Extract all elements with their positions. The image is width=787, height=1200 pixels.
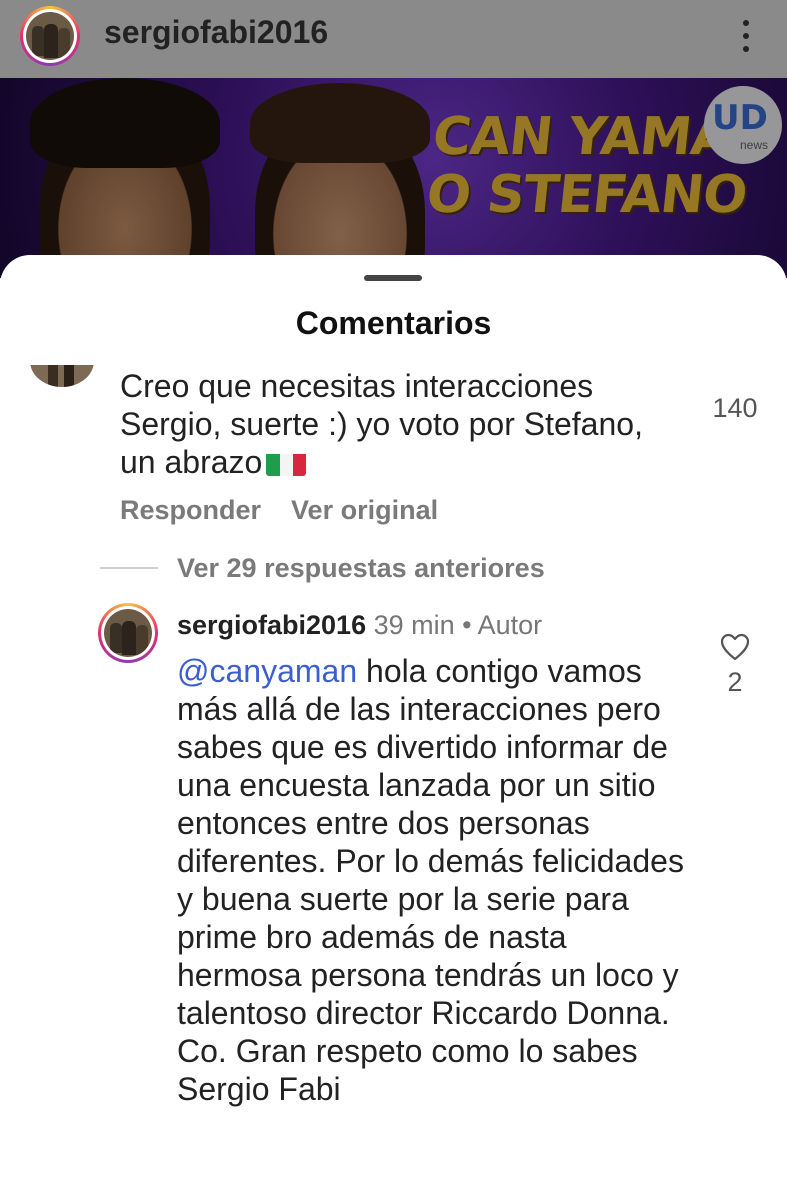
post-username[interactable]: sergiofabi2016 [104, 14, 328, 51]
comment-text: Creo que necesitas interacciones Sergio,… [120, 368, 643, 480]
italy-flag-icon [266, 450, 307, 476]
reply-meta: sergiofabi2016 39 min • Autor [177, 610, 542, 641]
comments-list[interactable]: Creo que necesitas interacciones Sergio,… [0, 365, 787, 1200]
profile-avatar[interactable] [20, 6, 80, 66]
commenter-avatar[interactable] [30, 365, 94, 387]
meta-separator: • [462, 610, 472, 640]
comment-actions: Responder Ver original [120, 495, 468, 526]
author-badge: Autor [477, 610, 543, 640]
reply-like-count: 2 [727, 667, 743, 697]
reply-time: 39 min [373, 610, 455, 640]
mention-link[interactable]: @canyaman [177, 653, 357, 689]
sheet-title: Comentarios [295, 305, 492, 341]
drag-handle[interactable] [364, 275, 422, 281]
comments-sheet: Comentarios Creo que necesitas interacci… [0, 255, 787, 1200]
heart-outline-icon[interactable] [720, 633, 750, 661]
post-header: sergiofabi2016 [0, 0, 787, 78]
see-original-button[interactable]: Ver original [291, 495, 438, 525]
comment-like-count: 140 [712, 393, 758, 423]
more-vertical-icon[interactable] [732, 16, 760, 56]
reply-button[interactable]: Responder [120, 495, 261, 525]
post-image: CAN YAMAN O STEFANO UD news [0, 78, 787, 278]
reply-username[interactable]: sergiofabi2016 [177, 610, 366, 640]
reply-text: @canyaman hola contigo vamos más allá de… [177, 653, 684, 1107]
replies-divider [100, 567, 158, 569]
heart-filled-icon[interactable] [724, 365, 746, 367]
